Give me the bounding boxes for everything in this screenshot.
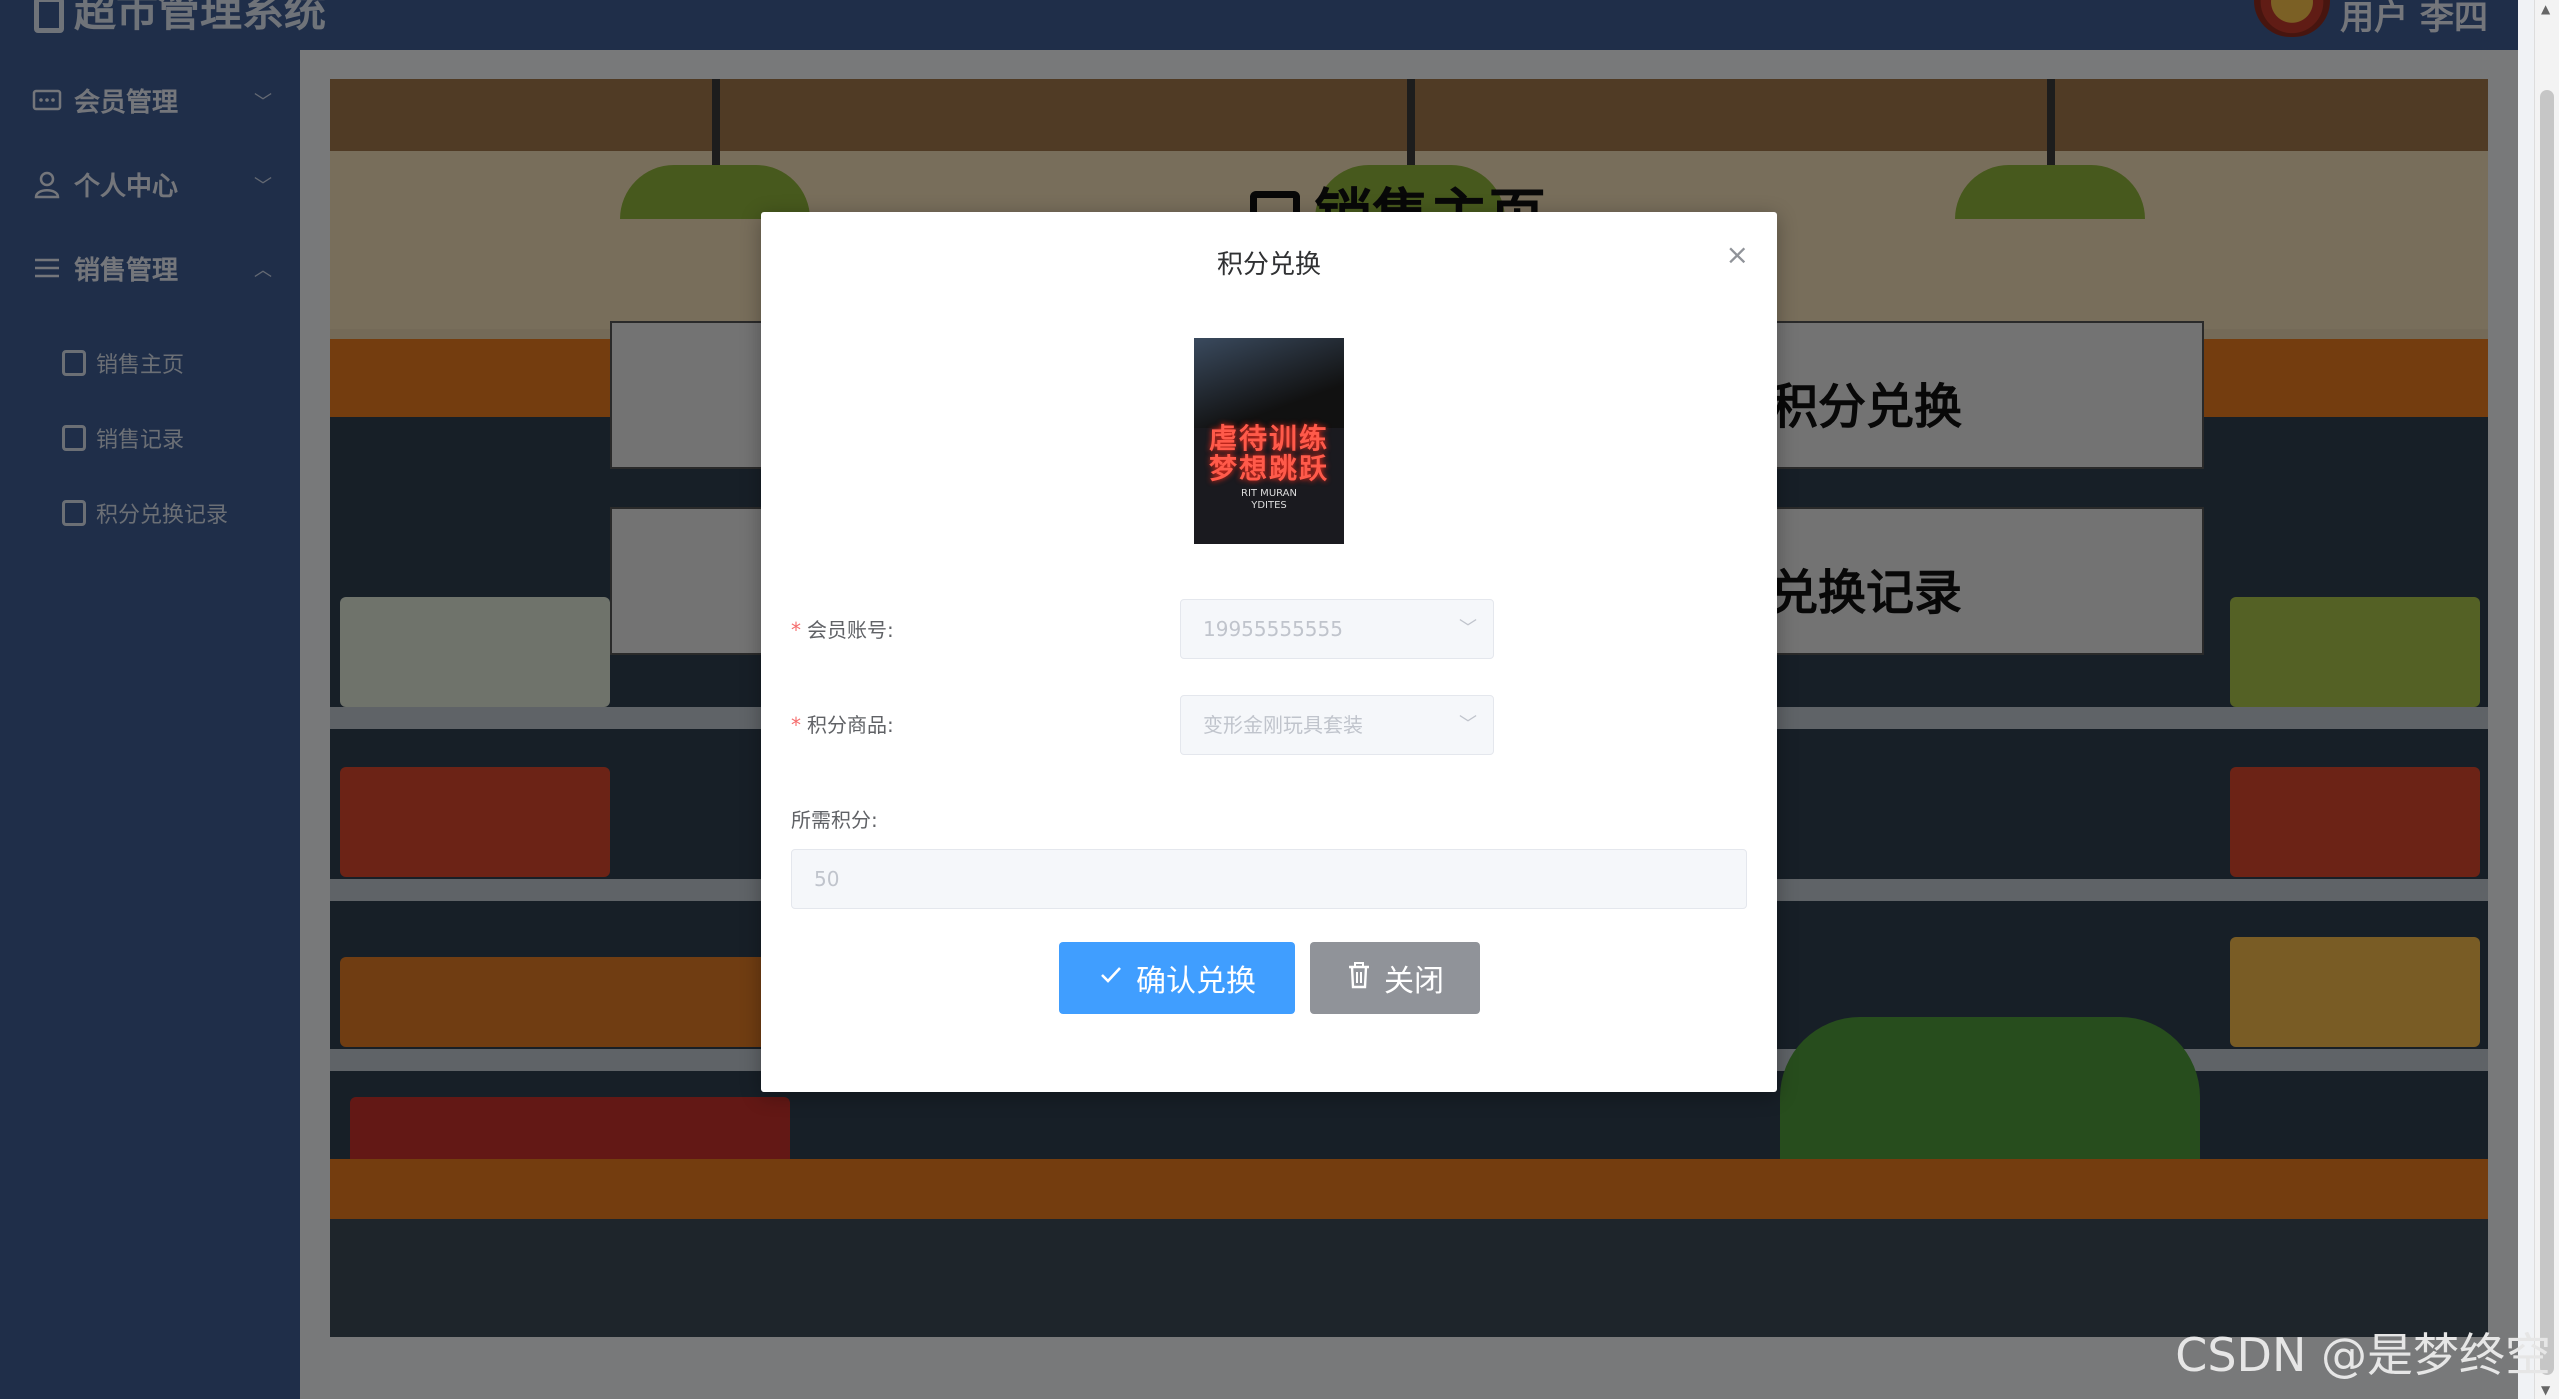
page-scrollbar[interactable]: ▲ ▼	[2534, 0, 2559, 1399]
required-points-input[interactable]: 50	[791, 849, 1747, 909]
points-product-label: * 积分商品:	[791, 709, 894, 738]
poster-title: 虐待训练 梦想跳跃	[1208, 422, 1329, 485]
required-points-label: 所需积分:	[791, 808, 878, 832]
chevron-down-icon: ﹀	[1459, 618, 1477, 639]
scroll-down-icon[interactable]: ▼	[2541, 1383, 2550, 1397]
product-label-text: 积分商品:	[807, 713, 894, 737]
product-image: 虐待训练 梦想跳跃 RIT MURAN YDITES	[1194, 338, 1344, 544]
close-icon[interactable]: ×	[1726, 238, 1749, 271]
member-account-select[interactable]: 19955555555 ﹀	[1180, 599, 1494, 659]
required-points-value: 50	[814, 867, 840, 891]
close-button[interactable]: 关闭	[1310, 942, 1480, 1014]
member-account-label: * 会员账号:	[791, 614, 894, 643]
member-account-value: 19955555555	[1203, 617, 1343, 641]
confirm-exchange-button[interactable]: 确认兑换	[1059, 942, 1295, 1014]
points-product-value: 变形金刚玩具套装	[1203, 713, 1363, 737]
poster-subtitle: RIT MURAN YDITES	[1241, 488, 1297, 511]
watermark: CSDN @是梦终空	[2175, 1328, 2551, 1382]
trash-icon	[1346, 961, 1372, 996]
scroll-up-icon[interactable]: ▲	[2541, 2, 2550, 16]
check-icon	[1098, 962, 1124, 995]
required-marker: *	[791, 713, 801, 737]
member-label-text: 会员账号:	[807, 618, 894, 642]
poster-sky	[1194, 338, 1344, 428]
points-exchange-dialog: 积分兑换 × 虐待训练 梦想跳跃 RIT MURAN YDITES * 会员账号:…	[761, 212, 1777, 1092]
points-product-select[interactable]: 变形金刚玩具套装 ﹀	[1180, 695, 1494, 755]
dialog-title: 积分兑换	[1216, 250, 1321, 280]
chevron-down-icon: ﹀	[1459, 714, 1477, 735]
confirm-label: 确认兑换	[1136, 964, 1256, 999]
close-label: 关闭	[1384, 964, 1444, 999]
scrollbar-thumb[interactable]	[2540, 90, 2554, 1375]
required-marker: *	[791, 618, 801, 642]
